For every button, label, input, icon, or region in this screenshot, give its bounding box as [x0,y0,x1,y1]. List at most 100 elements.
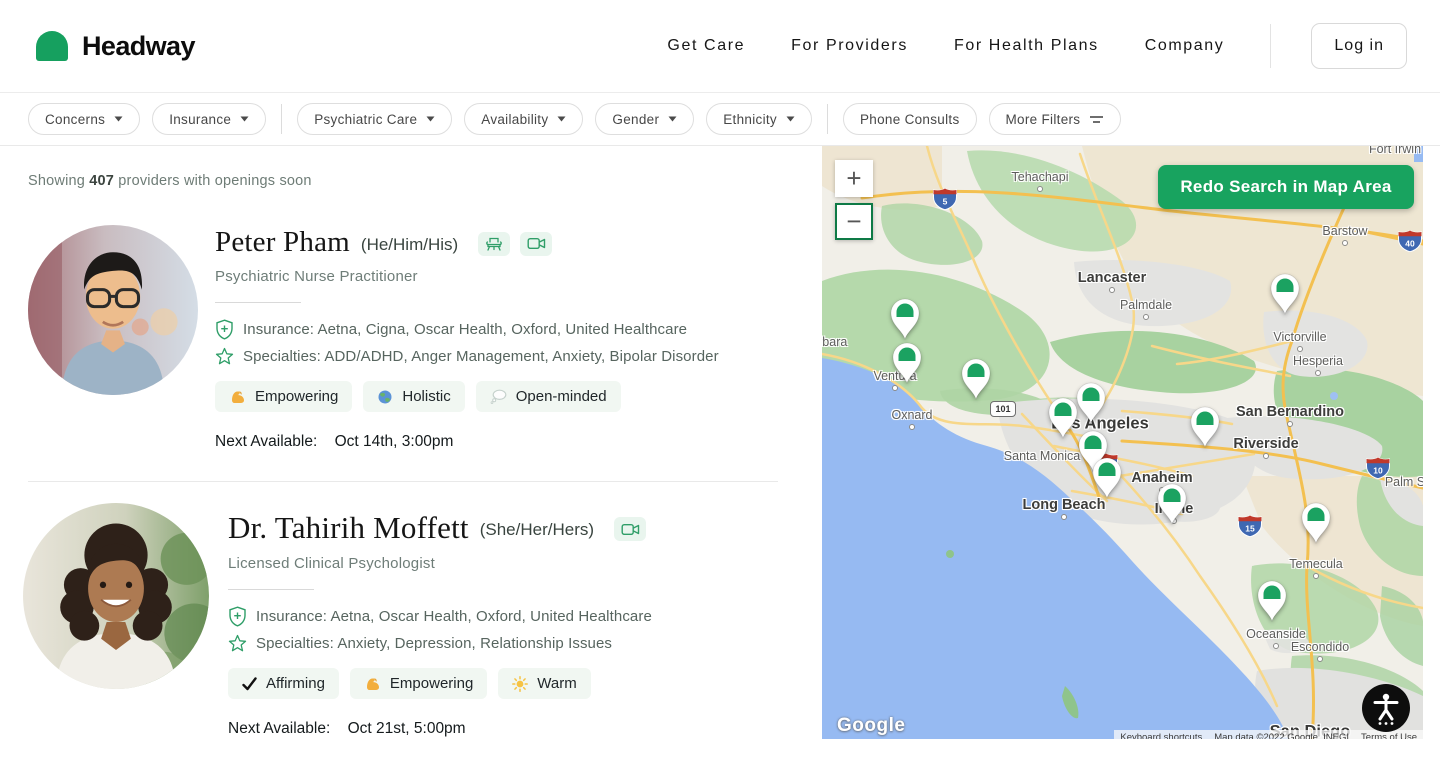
zoom-out-button[interactable]: − [835,203,873,240]
headway-dome-icon [36,31,68,61]
provider-map-pin[interactable] [959,357,993,401]
provider-title: Psychiatric Nurse Practitioner [215,268,719,285]
map-label-fort-irwin: Fort Irwin [1369,146,1421,156]
tag-empowering: Empowering [215,381,352,412]
provider-map-pin[interactable] [1074,381,1108,425]
next-available-time: Oct 21st, 5:00pm [348,720,466,737]
redo-search-button[interactable]: Redo Search in Map Area [1158,165,1414,209]
map-panel[interactable]: Fort IrwinTehachapiBarstowLancasterPalmd… [822,146,1423,739]
filter-concerns[interactable]: Concerns [28,103,140,135]
map-attribution: Keyboard shortcuts Map data ©2022 Google… [1114,730,1423,739]
chevron-down-icon [786,116,795,122]
top-navbar: Headway Get Care For Providers For Healt… [0,0,1440,93]
nav-company[interactable]: Company [1145,37,1225,55]
chevron-down-icon [240,116,249,122]
provider-map-pin[interactable] [1188,405,1222,449]
map-label-palmdale: Palmdale [1120,298,1172,312]
city-dot [1263,453,1269,459]
city-dot [1287,421,1293,427]
interstate-shield-15: 15 [1238,515,1262,537]
provider-map-pin[interactable] [1299,501,1333,545]
tag-empowering: Empowering [350,668,487,699]
provider-name[interactable]: Dr. Tahirih Moffett [228,510,469,546]
filter-group-divider [281,104,282,134]
filter-insurance[interactable]: Insurance [152,103,266,135]
filter-group-divider [827,104,828,134]
provider-name[interactable]: Peter Pham [215,226,350,259]
provider-map-pin[interactable] [1090,456,1124,500]
thought-bubble-icon [490,389,507,404]
flex-icon [364,676,381,692]
provider-pronouns: (He/Him/His) [361,231,458,255]
specialties-row: Specialties: ADD/ADHD, Anger Management,… [215,347,719,366]
insurance-row: Insurance: Aetna, Cigna, Oscar Health, O… [215,319,719,340]
city-dot [1317,656,1323,662]
provider-photo[interactable] [23,503,209,689]
next-available-row: Next Available: Oct 21st, 5:00pm [228,720,652,738]
specialties-row: Specialties: Anxiety, Depression, Relati… [228,634,652,653]
tag-holistic: Holistic [363,381,464,412]
city-dot [1143,314,1149,320]
provider-map-pin[interactable] [1155,482,1189,526]
provider-results-panel: Showing 407 providers with openings soon [0,147,806,777]
provider-photo[interactable] [28,225,198,395]
filter-ethnicity[interactable]: Ethnicity [706,103,812,135]
keyboard-shortcuts-link[interactable]: Keyboard shortcuts [1114,730,1208,739]
provider-map-pin[interactable] [888,297,922,341]
map-label-tehachapi: Tehachapi [1012,170,1069,184]
map-label-victorville: Victorville [1273,330,1326,344]
card-separator [28,481,778,482]
provider-map-pin[interactable] [890,341,924,385]
check-icon [242,677,257,691]
brand-name: Headway [82,31,195,62]
filter-availability[interactable]: Availability [464,103,583,135]
chevron-down-icon [426,116,435,122]
google-logo[interactable]: Google [837,715,905,737]
flex-icon [229,389,246,405]
shield-plus-icon [228,606,247,627]
star-icon [215,347,234,366]
session-badges [614,515,646,541]
map-label-escondido: Escondido [1291,640,1349,654]
city-dot [1273,643,1279,649]
filter-phone-consults[interactable]: Phone Consults [843,103,977,135]
city-dot [1313,573,1319,579]
provider-map-pin[interactable] [1255,579,1289,623]
provider-card[interactable]: Peter Pham (He/Him/His) Psychiatric Nurs… [28,225,806,451]
zoom-in-button[interactable]: + [835,160,873,197]
video-icon-badge [614,517,646,541]
tag-open-minded: Open-minded [476,381,621,412]
filter-psychiatric-care[interactable]: Psychiatric Care [297,103,452,135]
video-icon [527,237,546,250]
armchair-icon-badge [478,232,510,256]
globe-icon [377,389,393,405]
city-dot [1061,514,1067,520]
video-icon-badge [520,232,552,256]
nav-for-health-plans[interactable]: For Health Plans [954,37,1099,55]
provider-map-pin[interactable] [1268,272,1302,316]
next-available-row: Next Available: Oct 14th, 3:00pm [215,433,719,451]
filter-more-filters[interactable]: More Filters [989,103,1122,135]
tag-affirming: Affirming [228,668,339,699]
filter-gender[interactable]: Gender [595,103,694,135]
shield-plus-icon [215,319,234,340]
us-route-shield-101: 101 [990,401,1016,417]
map-label-palm-springs: Palm Springs [1385,475,1423,489]
map-label-temecula: Temecula [1289,557,1343,571]
map-label-riverside: Riverside [1233,436,1298,452]
nav-get-care[interactable]: Get Care [667,37,745,55]
map-label-oceanside: Oceanside [1246,627,1306,641]
headway-logo[interactable]: Headway [36,31,195,62]
svg-text:15: 15 [1245,524,1255,534]
star-icon [228,634,247,653]
city-dot [1342,240,1348,246]
nav-for-providers[interactable]: For Providers [791,37,908,55]
map-label-barstow: Barstow [1322,224,1367,238]
next-available-label: Next Available: [215,433,317,450]
provider-card[interactable]: Dr. Tahirih Moffett (She/Her/Hers) Licen… [28,509,806,738]
chevron-down-icon [114,116,123,122]
sun-icon [512,676,528,692]
accessibility-widget-button[interactable] [1362,684,1410,732]
accessibility-person-icon [1369,690,1403,726]
login-button[interactable]: Log in [1311,23,1407,69]
